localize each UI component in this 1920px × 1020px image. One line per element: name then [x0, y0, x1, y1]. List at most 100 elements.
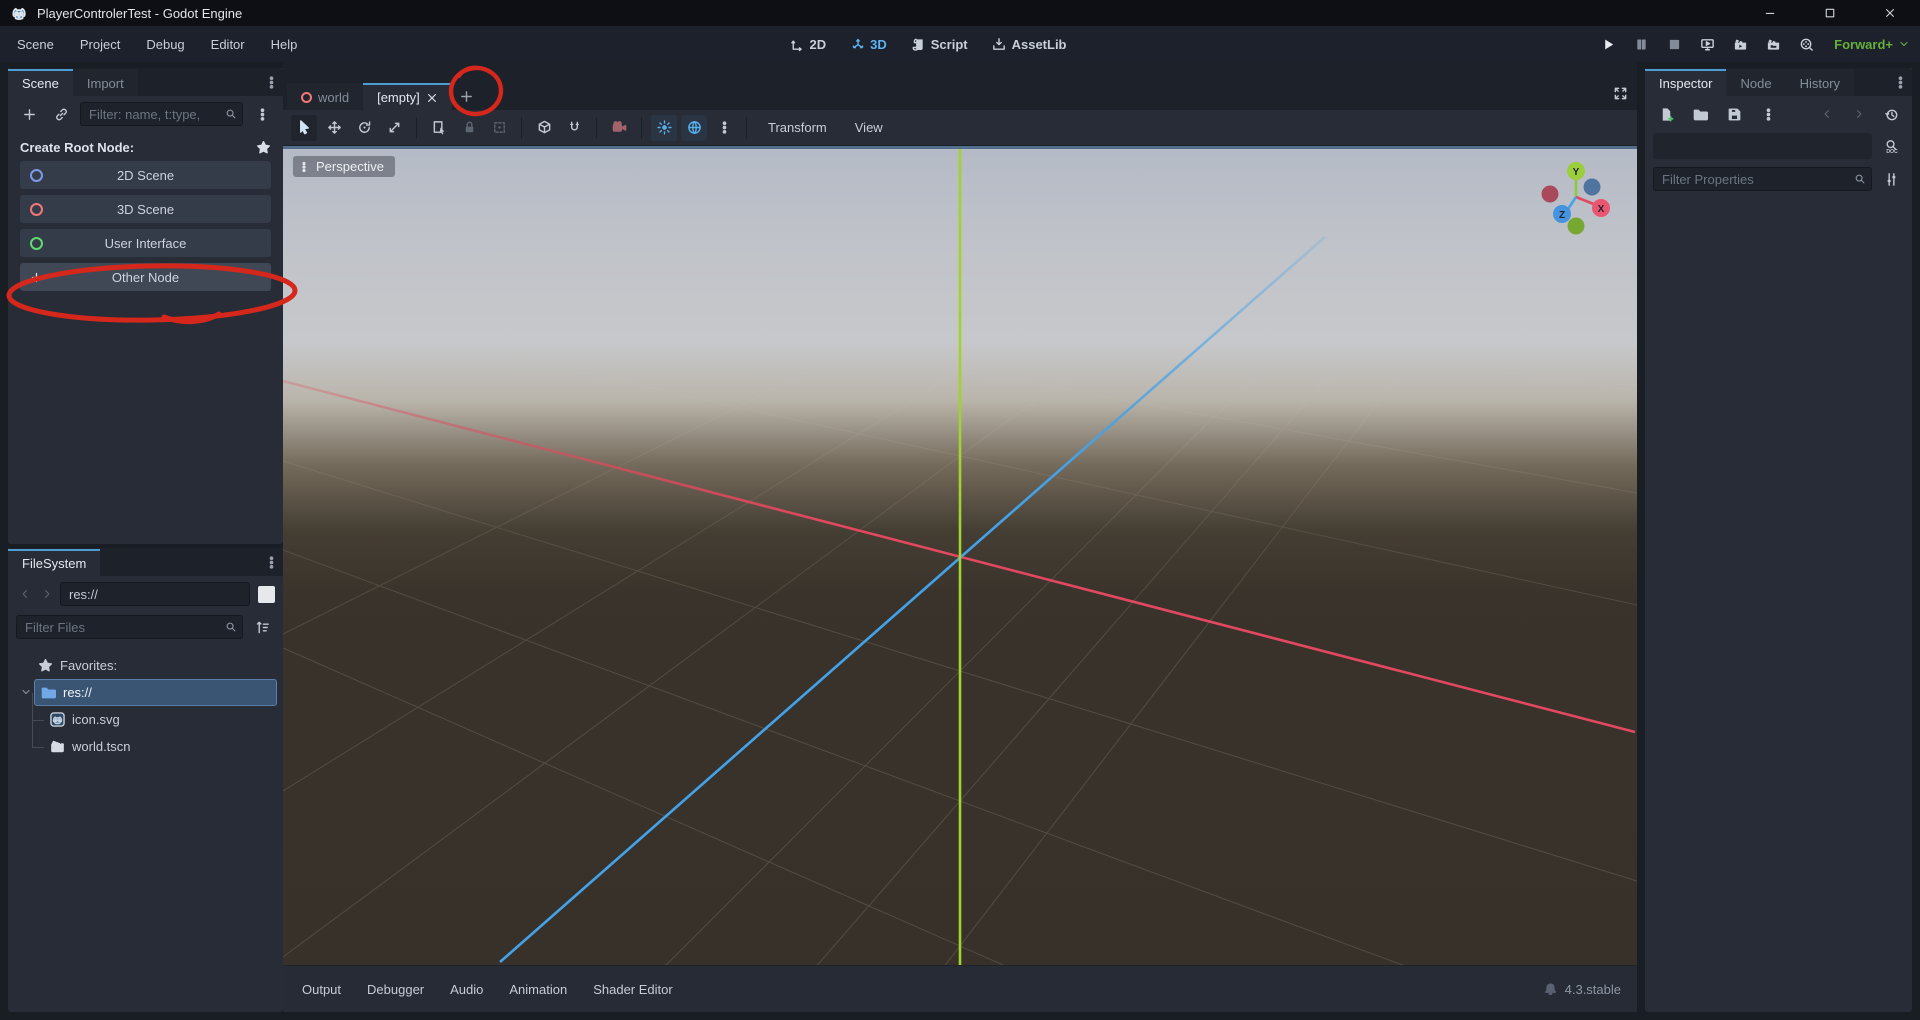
bottom-tab-debugger[interactable]: Debugger — [354, 975, 437, 1004]
workspace-assetlib-button[interactable]: AssetLib — [984, 33, 1075, 56]
expand-viewport-icon[interactable] — [1607, 80, 1633, 106]
filesystem-tree: Favorites: res:// icon.svg world.tscn — [8, 646, 283, 760]
tab-scene[interactable]: Scene — [8, 69, 73, 96]
tree-row-favorites[interactable]: Favorites: — [8, 652, 283, 679]
group-selected-button[interactable] — [486, 115, 512, 141]
filesystem-menu-icon[interactable] — [259, 549, 283, 576]
edit-history-icon[interactable] — [1878, 101, 1904, 127]
scene-tab-world[interactable]: world — [287, 83, 363, 110]
play-button[interactable] — [1595, 31, 1621, 57]
filter-options-icon[interactable] — [1878, 166, 1904, 192]
window-maximize-button[interactable] — [1800, 0, 1860, 26]
transform-menu[interactable]: Transform — [756, 120, 839, 135]
scene-filter-input[interactable] — [81, 107, 242, 122]
open-docs-icon[interactable]: DOC — [1878, 133, 1904, 159]
instance-scene-button[interactable] — [48, 101, 74, 127]
workspace-3d-button[interactable]: 3D — [842, 33, 895, 56]
bottom-tab-animation[interactable]: Animation — [496, 975, 580, 1004]
file-filter-input[interactable] — [17, 620, 242, 635]
load-resource-button[interactable] — [1687, 101, 1713, 127]
gizmo-neg-x-ball — [1542, 186, 1559, 203]
star-icon — [38, 658, 53, 673]
workspace-script-button[interactable]: Script — [903, 33, 976, 56]
tab-inspector[interactable]: Inspector — [1645, 69, 1726, 96]
list-select-button[interactable] — [426, 115, 452, 141]
history-back-icon[interactable] — [16, 583, 34, 605]
scene-dock-menu-icon[interactable] — [259, 69, 283, 96]
movie-maker-icon[interactable] — [1793, 31, 1819, 57]
resource-name-row: DOC — [1645, 130, 1912, 162]
bottom-tab-audio[interactable]: Audio — [437, 975, 496, 1004]
collapse-chevron-icon[interactable] — [20, 686, 32, 698]
tree-row-res-root[interactable]: res:// — [34, 679, 277, 706]
window-close-button[interactable] — [1860, 0, 1920, 26]
workspace-2d-button[interactable]: 2D — [782, 33, 835, 56]
bottom-tab-output[interactable]: Output — [289, 975, 354, 1004]
camera-override-button[interactable] — [606, 115, 632, 141]
scene-tree-menu-icon[interactable] — [249, 101, 275, 127]
stop-button[interactable] — [1661, 31, 1687, 57]
menu-scene[interactable]: Scene — [4, 26, 67, 62]
save-resource-button[interactable] — [1721, 101, 1747, 127]
scene-tab-empty[interactable]: [empty] — [363, 83, 452, 110]
property-filter-input[interactable] — [1654, 172, 1871, 187]
create-3d-scene-button[interactable]: 3D Scene — [20, 195, 271, 223]
menu-help[interactable]: Help — [258, 26, 311, 62]
create-user-interface-button[interactable]: User Interface — [20, 229, 271, 257]
toggle-split-mode-button[interactable] — [258, 586, 275, 603]
resource-options-icon[interactable] — [1755, 101, 1781, 127]
create-other-node-button[interactable]: Other Node — [20, 263, 271, 291]
remote-debug-icon[interactable] — [1694, 31, 1720, 57]
create-2d-scene-button[interactable]: 2D Scene — [20, 161, 271, 189]
ruler-box-button[interactable] — [531, 115, 557, 141]
tab-history[interactable]: History — [1786, 69, 1854, 96]
drag-dots-icon — [298, 161, 310, 173]
node3d-icon — [30, 203, 43, 216]
snap-magnet-button[interactable] — [561, 115, 587, 141]
preview-environment-button[interactable] — [681, 115, 707, 141]
new-scene-tab-button[interactable] — [452, 83, 482, 110]
tree-row-world-tscn[interactable]: world.tscn — [8, 733, 283, 760]
view-menu[interactable]: View — [843, 120, 895, 135]
scale-mode-button[interactable] — [381, 115, 407, 141]
preview-sunlight-button[interactable] — [651, 115, 677, 141]
tab-import[interactable]: Import — [73, 69, 138, 96]
menu-debug[interactable]: Debug — [133, 26, 197, 62]
titlebar: PlayerControlerTest - Godot Engine — [0, 0, 1920, 26]
play-custom-scene-button[interactable] — [1760, 31, 1786, 57]
viewport-3d[interactable]: Perspective Y X Z — [283, 146, 1637, 965]
window-minimize-button[interactable] — [1740, 0, 1800, 26]
play-scene-button[interactable] — [1727, 31, 1753, 57]
current-path-field[interactable]: res:// — [60, 582, 250, 606]
edit-back-icon[interactable] — [1814, 101, 1840, 127]
select-mode-button[interactable] — [291, 115, 317, 141]
bottom-panel-bar: Output Debugger Audio Animation Shader E… — [283, 965, 1637, 1012]
bottom-tab-shader-editor[interactable]: Shader Editor — [580, 975, 686, 1004]
notification-bell-icon[interactable] — [1543, 982, 1558, 997]
tab-filesystem[interactable]: FileSystem — [8, 549, 100, 576]
menu-editor[interactable]: Editor — [198, 26, 258, 62]
history-forward-icon[interactable] — [38, 583, 56, 605]
menu-project[interactable]: Project — [67, 26, 133, 62]
svg-text:X: X — [1598, 204, 1605, 215]
new-resource-button[interactable] — [1653, 101, 1679, 127]
renderer-select[interactable]: Forward+ — [1826, 37, 1910, 52]
tab-node[interactable]: Node — [1726, 69, 1785, 96]
move-mode-button[interactable] — [321, 115, 347, 141]
add-node-button[interactable] — [16, 101, 42, 127]
projection-menu[interactable]: Perspective — [293, 156, 395, 177]
inspector-menu-icon[interactable] — [1888, 69, 1912, 96]
viewport-top-border — [283, 146, 1637, 149]
tree-row-icon-svg[interactable]: icon.svg — [8, 706, 283, 733]
close-tab-icon[interactable] — [426, 92, 438, 104]
view-gizmo[interactable]: Y X Z — [1539, 152, 1623, 236]
rotate-mode-button[interactable] — [351, 115, 377, 141]
favorites-star-icon[interactable] — [256, 140, 271, 155]
scene-dock-tabs: Scene Import — [8, 68, 283, 96]
lock-selected-button[interactable] — [456, 115, 482, 141]
sort-files-icon[interactable] — [249, 614, 275, 640]
pause-button[interactable] — [1628, 31, 1654, 57]
viewport-options-icon[interactable] — [711, 115, 737, 141]
search-icon — [225, 621, 237, 633]
edit-forward-icon[interactable] — [1846, 101, 1872, 127]
